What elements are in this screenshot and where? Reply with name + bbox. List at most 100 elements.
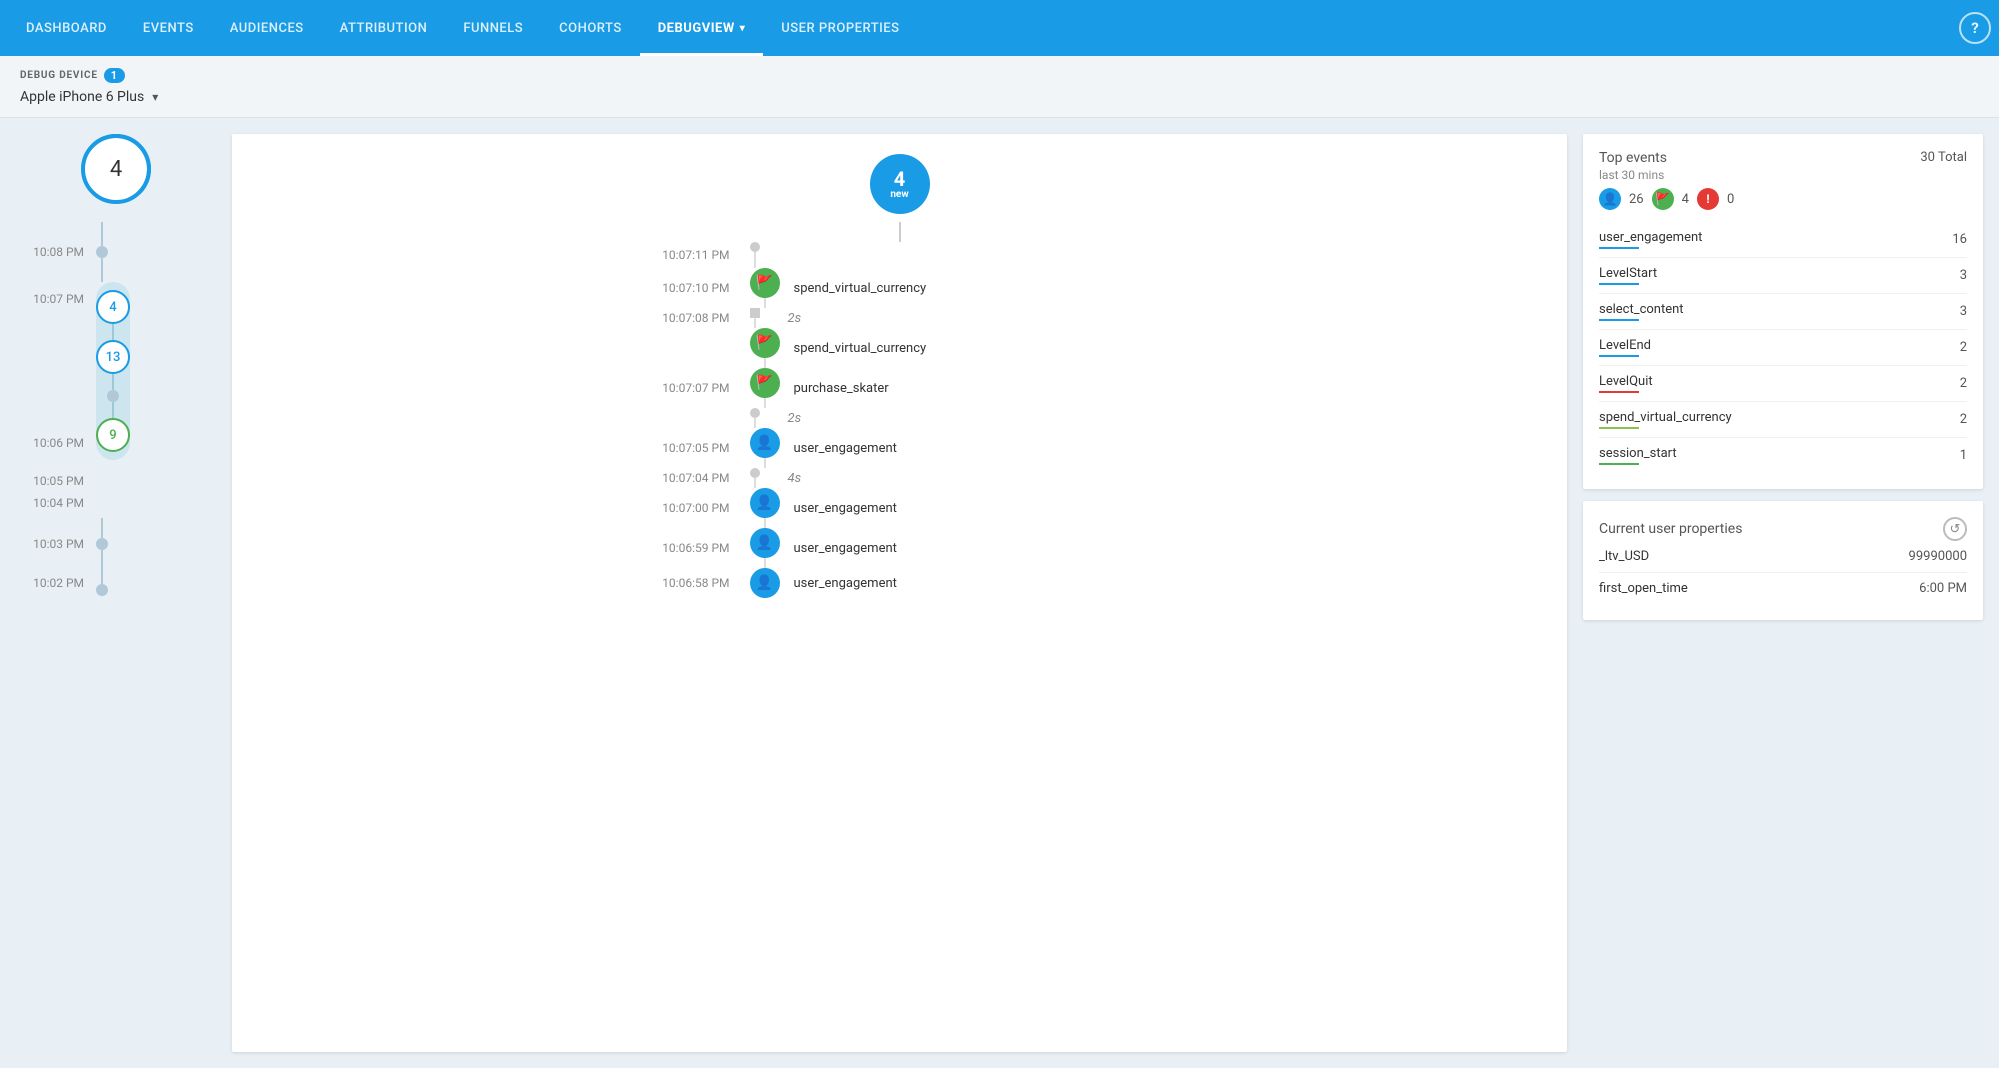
center-bubble-number: 4 — [894, 169, 905, 189]
timeline-time-1002: 10:02 PM — [16, 576, 96, 590]
event-name: session_start — [1599, 446, 1677, 465]
event-list-item[interactable]: session_start 1 — [1599, 438, 1967, 473]
user-properties-card: Current user properties ↺ _ltv_USD 99990… — [1583, 501, 1983, 620]
center-timeline: 4 new 10:07:11 PM 10:07:10 PM 🚩 — [232, 134, 1567, 618]
nav-label-audiences: AUDIENCES — [230, 21, 304, 36]
event-list-item[interactable]: spend_virtual_currency 2 — [1599, 402, 1967, 438]
user-prop-value: 6:00 PM — [1919, 581, 1967, 596]
timeline-top-circle: 4 — [81, 134, 151, 204]
nav-item-cohorts[interactable]: COHORTS — [541, 0, 640, 56]
event-list-item[interactable]: LevelStart 3 — [1599, 258, 1967, 294]
ct-label-4s: 4s — [774, 471, 802, 486]
ct-icon-green-flag-2: 🚩 — [750, 328, 780, 358]
green-events-count-icon: 🚩 — [1652, 188, 1674, 210]
top-events-header: Top events last 30 mins 30 Total — [1599, 150, 1967, 182]
center-bubble-label: new — [890, 189, 908, 200]
ct-connector-line — [899, 222, 901, 242]
timeline-node-1002 — [96, 570, 108, 596]
timeline-node-1006: 13 — [96, 340, 130, 374]
timeline-time-1004: 10:04 PM — [16, 496, 96, 510]
ct-label-ue3: user_engagement — [780, 541, 897, 556]
event-count: 3 — [1960, 304, 1967, 319]
debug-device-label-row: DEBUG DEVICE 1 — [20, 68, 1979, 83]
ct-time-purchase: 10:07:07 PM — [610, 381, 750, 395]
event-count: 2 — [1960, 340, 1967, 355]
ct-label-spend2: spend_virtual_currency — [780, 341, 927, 356]
nav-item-dashboard[interactable]: DASHBOARD — [8, 0, 125, 56]
top-events-title: Top events — [1599, 150, 1667, 166]
event-name: spend_virtual_currency — [1599, 410, 1732, 429]
ct-time-ue4: 10:06:58 PM — [610, 576, 750, 590]
ct-icon-blue-person-2: 👤 — [750, 488, 780, 518]
event-name: select_content — [1599, 302, 1684, 321]
event-name: LevelQuit — [1599, 374, 1653, 393]
event-name: user_engagement — [1599, 230, 1702, 249]
ct-icon-green-flag-3: 🚩 — [750, 368, 780, 398]
timeline-time-1007: 10:07 PM — [16, 282, 96, 306]
nav-item-funnels[interactable]: FUNNELS — [445, 0, 541, 56]
error-icon: ! — [1706, 192, 1709, 206]
sub-header: DEBUG DEVICE 1 Apple iPhone 6 Plus ▾ — [0, 56, 1999, 118]
ct-time-spend1: 10:07:10 PM — [610, 281, 750, 295]
user-props-title: Current user properties — [1599, 521, 1742, 537]
top-events-card: Top events last 30 mins 30 Total 👤 26 🚩 … — [1583, 134, 1983, 489]
ct-label-purchase: purchase_skater — [780, 381, 889, 396]
user-prop-name: _ltv_USD — [1599, 549, 1649, 564]
event-list-item[interactable]: LevelEnd 2 — [1599, 330, 1967, 366]
user-prop-row: _ltv_USD 99990000 — [1599, 541, 1967, 573]
ct-label-ue4: user_engagement — [780, 576, 897, 591]
red-events-count-icon: ! — [1697, 188, 1719, 210]
blue-events-count-icon: 👤 — [1599, 188, 1621, 210]
user-props-list: _ltv_USD 99990000 first_open_time 6:00 P… — [1599, 541, 1967, 604]
nav-item-debugview[interactable]: DEBUGVIEW ▾ — [640, 0, 764, 56]
ct-icon-gray-2 — [750, 308, 760, 318]
event-count: 2 — [1960, 412, 1967, 427]
user-prop-row: first_open_time 6:00 PM — [1599, 573, 1967, 604]
help-icon: ? — [1971, 19, 1978, 37]
main-content: 4 10:08 PM 10:07 PM 4 — [0, 118, 1999, 1068]
center-panel: 4 new 10:07:11 PM 10:07:10 PM 🚩 — [232, 134, 1567, 1052]
debug-device-badge: 1 — [104, 68, 125, 83]
nav-label-attribution: ATTRIBUTION — [340, 21, 428, 36]
nav-item-user-properties[interactable]: USER PROPERTIES — [763, 0, 917, 56]
nav-label-funnels: FUNNELS — [463, 21, 523, 36]
top-events-icons-row: 👤 26 🚩 4 ! 0 — [1599, 188, 1967, 210]
nav-item-attribution[interactable]: ATTRIBUTION — [322, 0, 446, 56]
top-events-title-group: Top events last 30 mins — [1599, 150, 1667, 182]
ct-time-ue3: 10:06:59 PM — [610, 541, 750, 555]
timeline-count-1007: 4 — [109, 300, 116, 315]
ct-time-gap1: 10:07:08 PM — [610, 311, 750, 325]
device-name: Apple iPhone 6 Plus — [20, 89, 144, 105]
timeline-count-1006: 13 — [106, 350, 121, 365]
timeline-time-1005: 10:05 PM — [16, 474, 96, 488]
ct-time-1: 10:07:11 PM — [610, 248, 750, 262]
event-list-item[interactable]: LevelQuit 2 — [1599, 366, 1967, 402]
event-list-item[interactable]: user_engagement 16 — [1599, 222, 1967, 258]
timeline-node-1008 — [96, 222, 108, 282]
event-count: 16 — [1952, 232, 1967, 247]
ct-time-ue1: 10:07:05 PM — [610, 441, 750, 455]
nav-item-events[interactable]: EVENTS — [125, 0, 212, 56]
timeline-time-1008: 10:08 PM — [16, 245, 96, 259]
green-events-count: 4 — [1682, 192, 1689, 207]
top-circle-number: 4 — [110, 157, 122, 182]
nav-label-debugview: DEBUGVIEW — [658, 21, 735, 36]
event-count: 1 — [1960, 448, 1967, 463]
device-selector[interactable]: Apple iPhone 6 Plus ▾ — [20, 89, 1979, 105]
nav-item-audiences[interactable]: AUDIENCES — [212, 0, 322, 56]
nav-label-events: EVENTS — [143, 21, 194, 36]
help-button[interactable]: ? — [1959, 12, 1991, 44]
ct-icon-gray-3 — [750, 408, 760, 418]
ct-time-gap3: 10:07:04 PM — [610, 471, 750, 485]
user-prop-value: 99990000 — [1909, 549, 1967, 564]
timeline-count-1004: 9 — [109, 428, 116, 443]
left-timeline: 4 10:08 PM 10:07 PM 4 — [16, 134, 216, 1052]
ct-icon-blue-person-4: 👤 — [750, 568, 780, 598]
timeline-time-1003: 10:03 PM — [16, 537, 96, 551]
event-list-item[interactable]: select_content 3 — [1599, 294, 1967, 330]
timeline-node-1004: 9 — [96, 418, 130, 452]
center-top-bubble: 4 new — [870, 154, 930, 214]
ct-icon-blue-person-3: 👤 — [750, 528, 780, 558]
history-icon[interactable]: ↺ — [1943, 517, 1967, 541]
ct-label-2s-1: 2s — [774, 311, 802, 326]
